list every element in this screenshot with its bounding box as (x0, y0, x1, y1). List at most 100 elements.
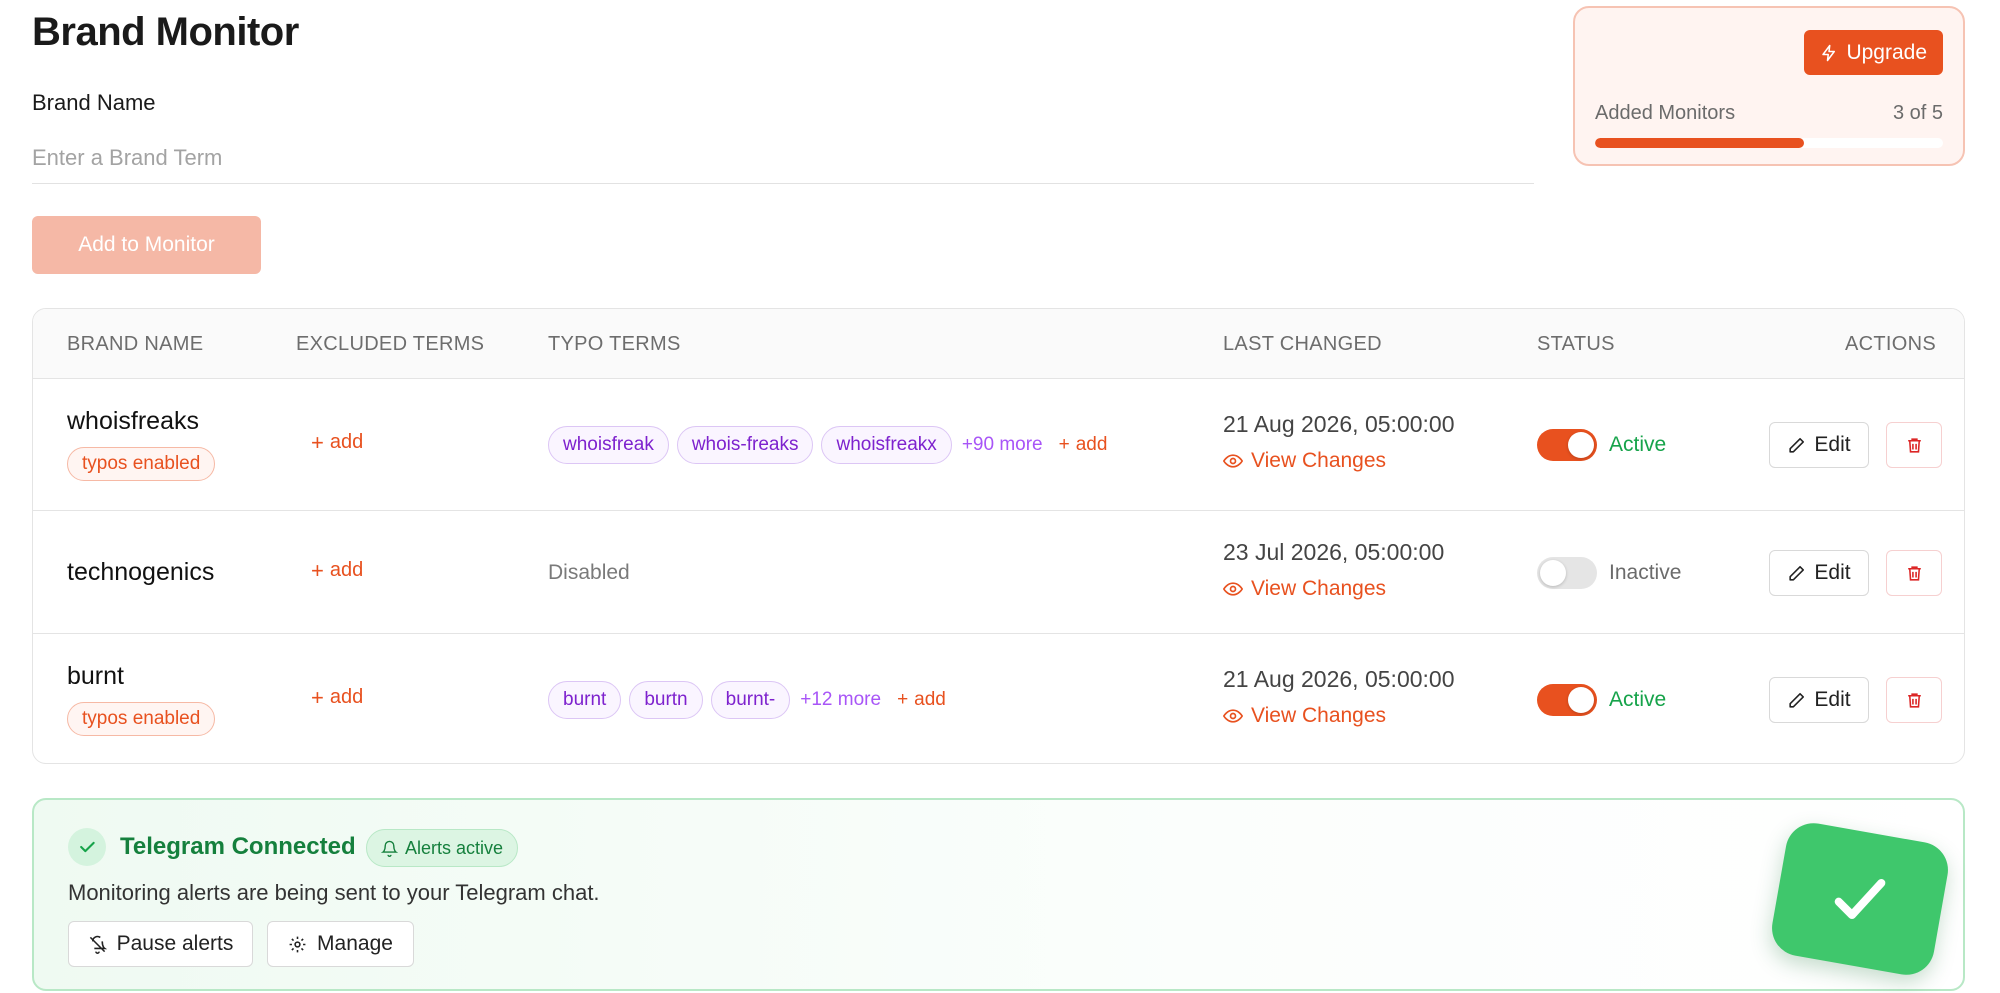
pencil-icon (1789, 692, 1805, 708)
manage-label: Manage (317, 932, 393, 955)
added-monitors-count: 3 of 5 (1892, 102, 1943, 124)
add-label: add (329, 431, 364, 453)
add-typo-term-link[interactable]: + add (1059, 434, 1108, 456)
add-label: add (329, 559, 364, 581)
typo-chip: burnt- (710, 681, 791, 719)
status-label: Active (1609, 433, 1667, 456)
add-label: add (329, 686, 364, 708)
gear-icon (289, 936, 306, 952)
added-monitors-label: Added Monitors (1595, 102, 1736, 124)
check-circle-icon (68, 828, 106, 866)
pause-alerts-label: Pause alerts (116, 932, 234, 955)
brand-name-label: Brand Name (32, 90, 156, 115)
more-typos-link[interactable]: +12 more (800, 689, 881, 711)
pencil-icon (1789, 437, 1805, 453)
status-toggle[interactable] (1537, 557, 1597, 589)
add-label: add (914, 689, 946, 710)
plus-icon: + (311, 557, 324, 583)
brand-name: technogenics (67, 558, 215, 586)
brand-name: whoisfreaks (67, 407, 199, 435)
alerts-active-label: Alerts active (405, 837, 504, 858)
edit-label: Edit (1814, 561, 1851, 584)
page-title: Brand Monitor (32, 10, 299, 54)
telegram-connected-title: Telegram Connected (120, 833, 356, 860)
eye-icon (1223, 582, 1243, 596)
table-row: technogenics + add Disabled 23 Jul 2026, … (33, 511, 1964, 634)
alerts-active-badge: Alerts active (366, 829, 519, 867)
telegram-status-card: Telegram Connected Alerts active Monitor… (32, 798, 1965, 991)
monitors-progress-fill (1595, 138, 1804, 148)
trash-icon (1907, 437, 1921, 453)
edit-button[interactable]: Edit (1769, 677, 1869, 723)
view-changes-label: View Changes (1251, 704, 1387, 727)
plus-icon: + (311, 429, 324, 455)
view-changes-label: View Changes (1251, 577, 1387, 600)
toggle-knob (1540, 560, 1566, 586)
brand-monitor-table: BRAND NAME EXCLUDED TERMS TYPO TERMS LAS… (32, 308, 1965, 764)
status-toggle[interactable] (1537, 684, 1597, 716)
delete-button[interactable] (1886, 422, 1942, 468)
toggle-knob (1568, 432, 1594, 458)
typo-chip: whois-freaks (676, 426, 814, 464)
manage-button[interactable]: Manage (267, 921, 414, 967)
plan-usage-card: Upgrade Added Monitors 3 of 5 (1573, 6, 1965, 166)
typo-terms-list: whoisfreak whois-freaks whoisfreakx +90 … (548, 426, 1107, 464)
delete-button[interactable] (1886, 677, 1942, 723)
monitors-progress-bar (1595, 138, 1943, 148)
toggle-knob (1568, 687, 1594, 713)
plus-icon: + (311, 684, 324, 710)
view-changes-label: View Changes (1251, 449, 1387, 472)
pencil-icon (1789, 565, 1805, 581)
plus-icon: + (1058, 434, 1070, 455)
edit-label: Edit (1814, 433, 1851, 456)
edit-button[interactable]: Edit (1769, 422, 1869, 468)
trash-icon (1907, 692, 1921, 708)
success-checkmark-icon (1767, 818, 1953, 980)
add-typo-term-link[interactable]: + add (897, 689, 946, 711)
add-to-monitor-button[interactable]: Add to Monitor (32, 216, 261, 274)
edit-button[interactable]: Edit (1769, 550, 1869, 596)
upgrade-label: Upgrade (1846, 40, 1927, 64)
header-brand-name: BRAND NAME (67, 333, 204, 355)
eye-icon (1223, 454, 1243, 468)
edit-label: Edit (1814, 688, 1851, 711)
typo-chip: whoisfreak (548, 426, 669, 464)
telegram-description: Monitoring alerts are being sent to your… (68, 880, 600, 905)
delete-button[interactable] (1886, 550, 1942, 596)
view-changes-link[interactable]: View Changes (1223, 704, 1386, 728)
header-excluded-terms: EXCLUDED TERMS (296, 333, 485, 355)
status-label: Active (1609, 688, 1667, 711)
brand-term-input[interactable] (32, 132, 1534, 184)
typos-enabled-badge: typos enabled (67, 702, 216, 736)
upgrade-button[interactable]: Upgrade (1804, 30, 1943, 75)
plus-icon: + (897, 689, 909, 710)
brand-name: burnt (67, 662, 124, 690)
status-label: Inactive (1609, 561, 1682, 584)
more-typos-link[interactable]: +90 more (962, 434, 1043, 456)
table-row: whoisfreaks typos enabled + add whoisfrea… (33, 379, 1964, 511)
bell-icon (381, 840, 398, 857)
add-excluded-term-link[interactable]: + add (311, 559, 363, 582)
add-excluded-term-link[interactable]: + add (311, 431, 363, 454)
typos-enabled-badge: typos enabled (67, 447, 216, 481)
last-changed-date: 21 Aug 2026, 05:00:00 (1223, 411, 1455, 437)
table-row: burnt typos enabled + add burnt burtn bur… (33, 634, 1964, 763)
bell-off-icon (89, 935, 107, 954)
typo-chip: whoisfreakx (821, 426, 952, 464)
add-label: add (1075, 434, 1108, 455)
last-changed-date: 23 Jul 2026, 05:00:00 (1223, 539, 1445, 565)
typo-chip: burtn (629, 681, 703, 719)
typo-chip: burnt (548, 681, 622, 719)
typo-terms-list: burnt burtn burnt- +12 more + add (548, 681, 946, 719)
table-header: BRAND NAME EXCLUDED TERMS TYPO TERMS LAS… (33, 309, 1964, 379)
header-last-changed: LAST CHANGED (1223, 333, 1382, 355)
header-typo-terms: TYPO TERMS (548, 333, 681, 355)
status-toggle[interactable] (1537, 429, 1597, 461)
eye-icon (1223, 709, 1243, 723)
typo-terms-disabled: Disabled (548, 561, 630, 584)
view-changes-link[interactable]: View Changes (1223, 449, 1386, 473)
header-actions: ACTIONS (1845, 333, 1936, 355)
add-excluded-term-link[interactable]: + add (311, 686, 363, 709)
view-changes-link[interactable]: View Changes (1223, 577, 1386, 601)
pause-alerts-button[interactable]: Pause alerts (68, 921, 253, 967)
